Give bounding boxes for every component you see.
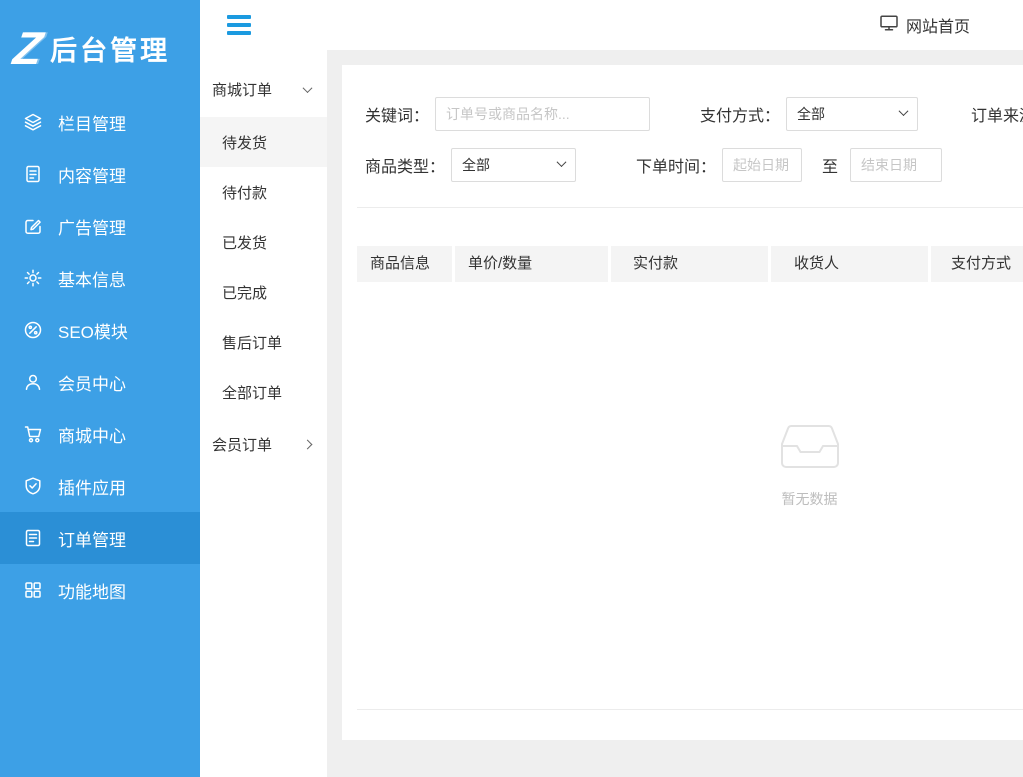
divider [357, 709, 1023, 710]
sidebar-item-basic-info[interactable]: 基本信息 [0, 252, 200, 304]
submenu-item-aftersale[interactable]: 售后订单 [200, 317, 327, 367]
sidebar-item-orders[interactable]: 订单管理 [0, 512, 200, 564]
col-header-product-info: 商品信息 [357, 246, 452, 282]
col-header-price-qty: 单价/数量 [455, 246, 608, 282]
submenu-item-all-orders[interactable]: 全部订单 [200, 367, 327, 417]
sidebar-item-label: 功能地图 [58, 582, 126, 602]
document-icon [22, 163, 44, 185]
product-type-select[interactable]: 全部 [451, 148, 577, 182]
admin-app: Z 后台管理 栏目管理 内容管理 广告管理 基本信息 SEO模块 会员中心 商城… [0, 0, 1023, 777]
right-region: 网站首页 商城订单 待发货 待付款 已发货 已完成 售后订单 全部订单 会员订单… [200, 0, 1023, 777]
submenu-item-label: 全部订单 [222, 384, 283, 402]
grid-icon [22, 579, 44, 601]
sidebar-item-mall[interactable]: 商城中心 [0, 408, 200, 460]
site-home-link[interactable]: 网站首页 [879, 13, 970, 38]
ad-edit-icon [22, 215, 44, 237]
user-icon [22, 371, 44, 393]
sidebar-item-content[interactable]: 内容管理 [0, 148, 200, 200]
brand-title: 后台管理 [50, 35, 171, 66]
chevron-right-icon [302, 439, 313, 450]
submenu-item-completed[interactable]: 已完成 [200, 267, 327, 317]
orders-panel: 关键词： 支付方式： 全部 订单来源： 商品类型： [342, 65, 1023, 740]
empty-inbox-icon [777, 422, 843, 477]
table-header-row: 商品信息 单价/数量 实付款 收货人 支付方式 [357, 246, 1023, 282]
payment-method-select-wrap: 全部 [786, 97, 919, 131]
payment-method-select[interactable]: 全部 [786, 97, 919, 131]
sidebar-item-label: 广告管理 [58, 218, 126, 238]
order-submenu: 商城订单 待发货 待付款 已发货 已完成 售后订单 全部订单 会员订单 [200, 50, 327, 777]
brand-logo: Z 后台管理 [0, 0, 200, 96]
divider [357, 207, 1023, 208]
sidebar-item-label: 商城中心 [58, 426, 126, 446]
col-header-paid: 实付款 [611, 246, 768, 282]
to-label: 至 [822, 159, 839, 176]
sidebar-item-label: 插件应用 [58, 478, 126, 498]
sidebar-item-label: 内容管理 [58, 166, 126, 186]
sidebar-item-members[interactable]: 会员中心 [0, 356, 200, 408]
submenu-group-mall-orders[interactable]: 商城订单 [200, 62, 327, 117]
order-time-label: 下单时间： [636, 159, 717, 176]
sidebar-item-ads[interactable]: 广告管理 [0, 200, 200, 252]
submenu-item-label: 已发货 [222, 234, 268, 252]
col-header-consignee: 收货人 [771, 246, 928, 282]
filter-row-1: 关键词： 支付方式： 全部 订单来源： [357, 97, 1023, 131]
submenu-group-member-orders[interactable]: 会员订单 [200, 417, 327, 472]
sidebar-item-label: 订单管理 [58, 530, 126, 550]
submenu-item-label: 售后订单 [222, 334, 283, 352]
shield-check-icon [22, 475, 44, 497]
filter-row-2: 商品类型： 全部 下单时间： 至 [357, 148, 1023, 182]
product-type-label: 商品类型： [365, 159, 446, 176]
logo-z-icon: Z [10, 22, 46, 74]
submenu-item-pending-pay[interactable]: 待付款 [200, 167, 327, 217]
submenu-group-label: 会员订单 [212, 437, 273, 454]
main-content: 关键词： 支付方式： 全部 订单来源： 商品类型： [327, 50, 1023, 777]
submenu-item-label: 待发货 [222, 134, 268, 152]
topbar: 网站首页 [200, 0, 1023, 50]
site-home-label: 网站首页 [905, 19, 970, 36]
sidebar-item-label: 栏目管理 [58, 114, 126, 134]
cart-icon [22, 423, 44, 445]
sidebar-item-label: SEO模块 [58, 322, 128, 342]
start-date-input[interactable] [722, 148, 803, 182]
layers-icon [22, 111, 44, 133]
submenu-group-label: 商城订单 [212, 82, 273, 99]
keyword-input[interactable] [435, 97, 651, 131]
keyword-label: 关键词： [365, 108, 430, 125]
order-source-label: 订单来源： [971, 108, 1023, 125]
sidebar-item-seo[interactable]: SEO模块 [0, 304, 200, 356]
body-row: 商城订单 待发货 待付款 已发货 已完成 售后订单 全部订单 会员订单 关键词：… [200, 50, 1023, 777]
col-header-payment: 支付方式 [931, 246, 1023, 282]
empty-state-text: 暂无数据 [781, 491, 838, 507]
submenu-item-label: 待付款 [222, 184, 268, 202]
hamburger-menu-icon[interactable] [227, 15, 251, 35]
payment-method-label: 支付方式： [700, 108, 781, 125]
order-list-icon [22, 527, 44, 549]
submenu-item-pending-ship[interactable]: 待发货 [200, 117, 327, 167]
gear-icon [22, 267, 44, 289]
end-date-input[interactable] [850, 148, 943, 182]
submenu-item-shipped[interactable]: 已发货 [200, 217, 327, 267]
sidebar-item-label: 基本信息 [58, 270, 126, 290]
seo-link-icon [22, 319, 44, 341]
product-type-select-wrap: 全部 [451, 148, 577, 182]
monitor-icon [879, 13, 899, 38]
sidebar: Z 后台管理 栏目管理 内容管理 广告管理 基本信息 SEO模块 会员中心 商城… [0, 0, 200, 777]
sidebar-item-sitemap[interactable]: 功能地图 [0, 564, 200, 616]
sidebar-item-label: 会员中心 [58, 374, 126, 394]
submenu-item-label: 已完成 [222, 284, 268, 302]
sidebar-item-columns[interactable]: 栏目管理 [0, 96, 200, 148]
chevron-down-icon [302, 83, 313, 94]
sidebar-item-plugins[interactable]: 插件应用 [0, 460, 200, 512]
empty-state: 暂无数据 [357, 422, 1023, 509]
